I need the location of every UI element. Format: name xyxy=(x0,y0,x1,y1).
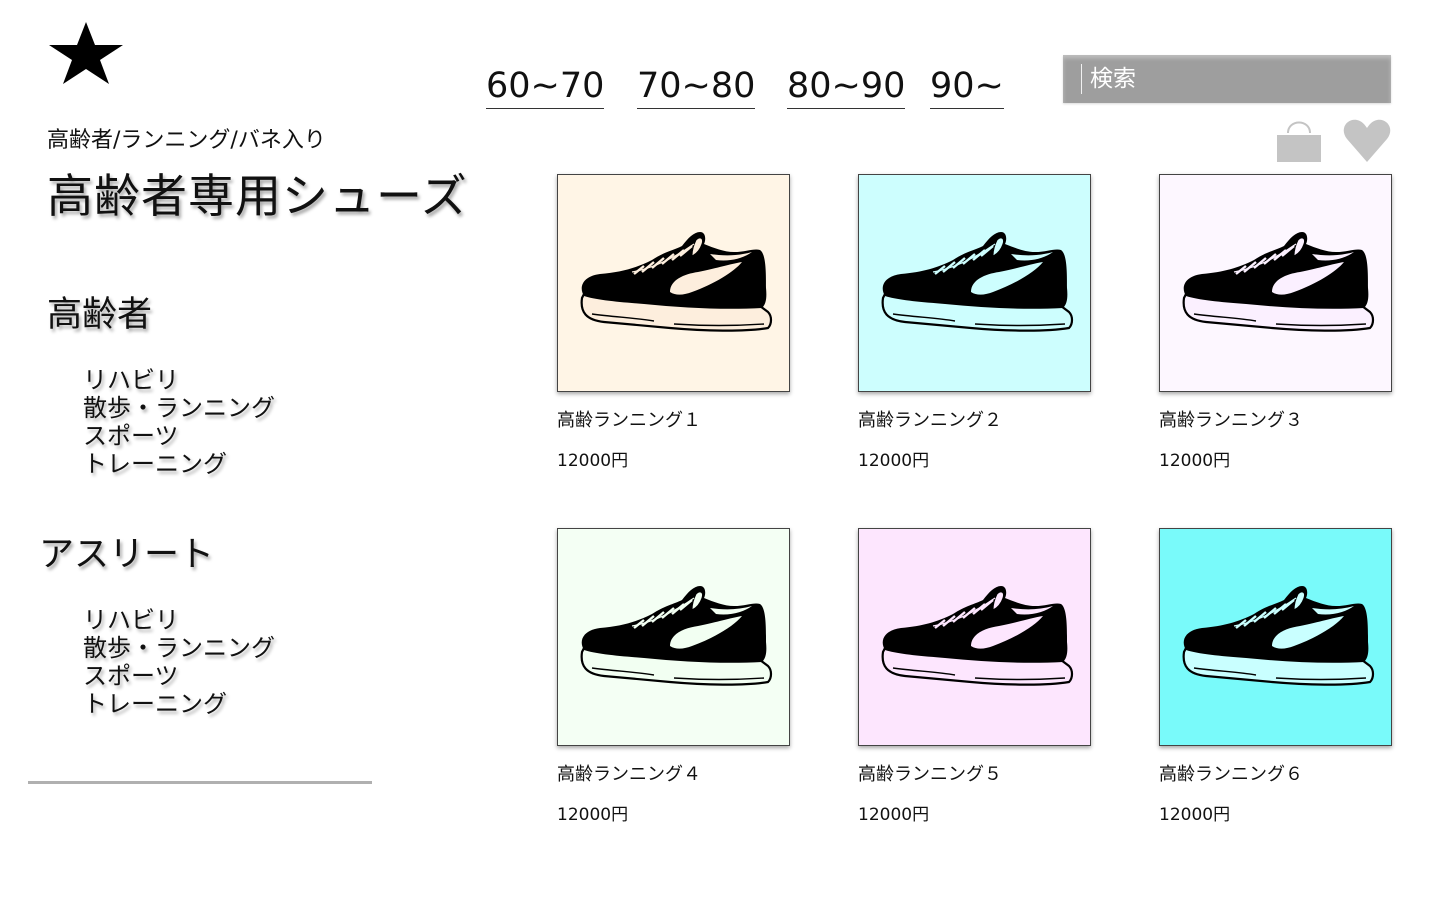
product-card[interactable]: 高齢ランニング５ 12000円 xyxy=(858,528,1091,825)
product-image[interactable] xyxy=(858,528,1091,746)
product-card[interactable]: 高齢ランニング２ 12000円 xyxy=(858,174,1091,471)
age-filter-60-70[interactable]: 60~70 xyxy=(486,66,605,109)
category-item-walking-running[interactable]: 散歩・ランニング xyxy=(83,634,275,662)
product-image[interactable] xyxy=(1159,174,1392,392)
product-price: 12000円 xyxy=(1159,451,1231,471)
product-card[interactable]: 高齢ランニング１ 12000円 xyxy=(557,174,790,471)
product-name[interactable]: 高齢ランニング２ xyxy=(858,406,1091,432)
text-caret xyxy=(1081,64,1082,94)
search-box[interactable] xyxy=(1063,55,1391,103)
age-filter-90-plus[interactable]: 90~ xyxy=(930,66,1004,109)
category-heading-athlete[interactable]: アスリート xyxy=(39,526,214,577)
product-price: 12000円 xyxy=(1159,805,1231,825)
category-item-training[interactable]: トレーニング xyxy=(83,690,275,718)
sidebar-divider xyxy=(28,781,372,784)
product-name[interactable]: 高齢ランニング４ xyxy=(557,760,790,786)
product-card[interactable]: 高齢ランニング３ 12000円 xyxy=(1159,174,1392,471)
search-input[interactable] xyxy=(1090,66,1370,92)
product-card[interactable]: 高齢ランニング６ 12000円 xyxy=(1159,528,1392,825)
product-name[interactable]: 高齢ランニング５ xyxy=(858,760,1091,786)
sneaker-icon xyxy=(1182,232,1374,332)
product-name[interactable]: 高齢ランニング３ xyxy=(1159,406,1392,432)
category-item-rehabilitation[interactable]: リハビリ xyxy=(83,606,275,634)
heart-icon[interactable] xyxy=(1343,117,1391,163)
product-price: 12000円 xyxy=(858,451,930,471)
product-price: 12000円 xyxy=(557,805,629,825)
age-filter-80-90[interactable]: 80~90 xyxy=(787,66,906,109)
product-image[interactable] xyxy=(1159,528,1392,746)
product-name[interactable]: 高齢ランニング６ xyxy=(1159,760,1392,786)
breadcrumb: 高齢者/ランニング/バネ入り xyxy=(47,128,326,153)
category-item-rehabilitation[interactable]: リハビリ xyxy=(83,366,275,394)
category-item-training[interactable]: トレーニング xyxy=(83,450,275,478)
sneaker-icon xyxy=(881,232,1073,332)
category-item-walking-running[interactable]: 散歩・ランニング xyxy=(83,394,275,422)
product-card[interactable]: 高齢ランニング４ 12000円 xyxy=(557,528,790,825)
product-price: 12000円 xyxy=(858,805,930,825)
category-item-sports[interactable]: スポーツ xyxy=(83,662,275,690)
product-image[interactable] xyxy=(557,174,790,392)
sneaker-icon xyxy=(580,586,772,686)
age-filter-70-80[interactable]: 70~80 xyxy=(637,66,756,109)
category-list-athlete: リハビリ 散歩・ランニング スポーツ トレーニング xyxy=(83,606,275,718)
shopping-bag-icon[interactable] xyxy=(1276,115,1322,163)
star-icon xyxy=(49,22,123,84)
product-image[interactable] xyxy=(557,528,790,746)
category-item-sports[interactable]: スポーツ xyxy=(83,422,275,450)
logo-star-icon[interactable] xyxy=(46,20,126,86)
product-image[interactable] xyxy=(858,174,1091,392)
product-price: 12000円 xyxy=(557,451,629,471)
sneaker-icon xyxy=(580,232,772,332)
category-list-elderly: リハビリ 散歩・ランニング スポーツ トレーニング xyxy=(83,366,275,478)
sneaker-icon xyxy=(881,586,1073,686)
category-heading-elderly[interactable]: 高齢者 xyxy=(47,286,152,337)
product-name[interactable]: 高齢ランニング１ xyxy=(557,406,790,432)
sneaker-icon xyxy=(1182,586,1374,686)
page-title: 高齢者専用シューズ xyxy=(47,169,468,223)
